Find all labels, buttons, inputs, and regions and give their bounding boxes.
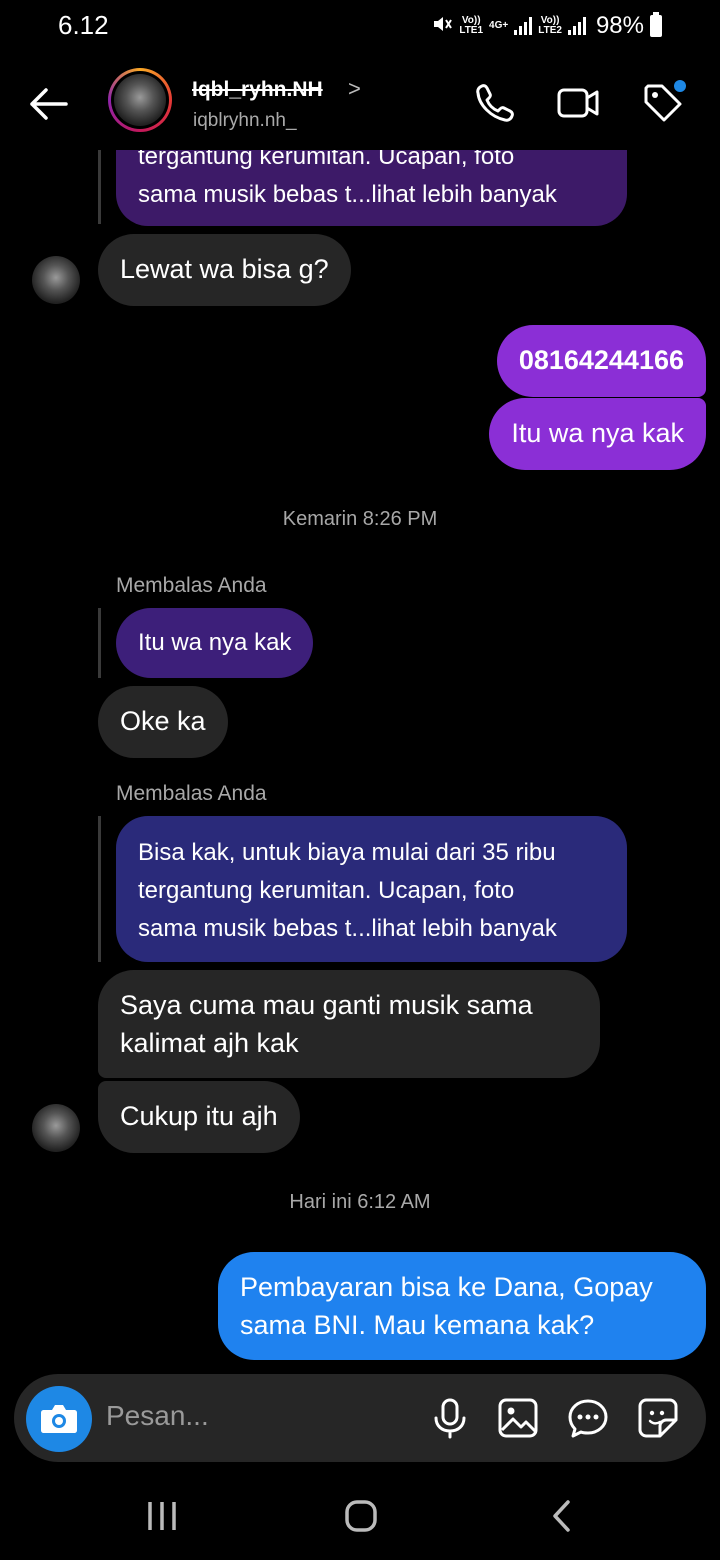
recent-apps-icon[interactable] bbox=[146, 1500, 178, 1537]
reply-label: Membalas Anda bbox=[116, 574, 267, 597]
status-indicators: Vo)) LTE1 4G+ Vo)) LTE2 98% bbox=[431, 12, 662, 40]
notification-dot bbox=[674, 80, 686, 92]
battery-percent: 98% bbox=[595, 12, 644, 39]
message-text-line: kalimat ajh kak bbox=[120, 1028, 299, 1058]
reply-quote-bubble[interactable]: Bisa kak, untuk biaya mulai dari 35 ribu… bbox=[116, 816, 627, 962]
avatar[interactable] bbox=[114, 74, 166, 126]
network-type: 4G+ bbox=[489, 20, 509, 31]
quote-text-line: sama musik bebas t...lihat lebih banyak bbox=[138, 915, 557, 942]
quote-text: Itu wa nya kak bbox=[138, 629, 292, 656]
outgoing-message[interactable]: Pembayaran bisa ke Dana, Gopay sama BNI.… bbox=[218, 1252, 706, 1360]
chat-handle: iqblryhn.nh_ bbox=[193, 110, 297, 131]
gallery-icon[interactable] bbox=[496, 1396, 540, 1440]
home-icon[interactable] bbox=[344, 1498, 378, 1539]
timestamp: Hari ini 6:12 AM bbox=[289, 1191, 431, 1213]
reply-quote-bubble[interactable]: Itu wa nya kak bbox=[116, 608, 314, 678]
signal-1-icon bbox=[514, 17, 533, 35]
status-time: 6.12 bbox=[58, 10, 109, 40]
incoming-message[interactable]: Saya cuma mau ganti musik sama kalimat a… bbox=[98, 970, 600, 1078]
chevron-right-icon[interactable]: > bbox=[348, 76, 361, 102]
phone-icon[interactable] bbox=[472, 80, 516, 124]
message-text: Lewat wa bisa g? bbox=[120, 254, 329, 284]
battery-icon bbox=[650, 12, 662, 37]
camera-icon[interactable] bbox=[26, 1386, 92, 1452]
incoming-message[interactable]: Cukup itu ajh bbox=[98, 1081, 300, 1153]
message-input[interactable]: Pesan... bbox=[106, 1400, 209, 1432]
sim1-indicator: Vo)) LTE1 bbox=[459, 15, 484, 36]
message-text: 08164244166 bbox=[518, 345, 684, 375]
sim2-indicator: Vo)) LTE2 bbox=[538, 15, 562, 36]
message-text-line: sama BNI. Mau kemana kak? bbox=[240, 1310, 595, 1340]
message-text-line: Saya cuma mau ganti musik sama bbox=[120, 990, 533, 1020]
mute-icon bbox=[431, 13, 453, 40]
reply-label: Membalas Anda bbox=[116, 782, 267, 805]
timestamp: Kemarin 8:26 PM bbox=[282, 508, 438, 530]
reply-line bbox=[98, 816, 101, 962]
incoming-message[interactable]: Lewat wa bisa g? bbox=[98, 234, 351, 306]
video-camera-icon[interactable] bbox=[556, 80, 600, 124]
nav-back-icon[interactable] bbox=[550, 1498, 574, 1539]
reply-line bbox=[98, 140, 101, 224]
quote-text-line: Bisa kak, untuk biaya mulai dari 35 ribu bbox=[138, 839, 556, 866]
quote-text-line: tergantung kerumitan. Ucapan, foto bbox=[138, 877, 515, 904]
quote-text-line: sama musik bebas t...lihat lebih banyak bbox=[138, 181, 557, 208]
back-arrow-icon[interactable] bbox=[26, 84, 70, 124]
microphone-icon[interactable] bbox=[428, 1396, 472, 1440]
message-text-line: Pembayaran bisa ke Dana, Gopay bbox=[240, 1272, 653, 1302]
avatar[interactable] bbox=[32, 256, 80, 304]
reply-line bbox=[98, 608, 101, 678]
incoming-message[interactable]: Oke ka bbox=[98, 686, 228, 758]
outgoing-message[interactable]: Itu wa nya kak bbox=[489, 398, 706, 470]
avatar[interactable] bbox=[32, 1104, 80, 1152]
message-text: Itu wa nya kak bbox=[511, 418, 684, 448]
outgoing-message[interactable]: 08164244166 bbox=[496, 325, 706, 397]
message-text: Cukup itu ajh bbox=[120, 1101, 278, 1131]
signal-2-icon bbox=[567, 17, 586, 35]
chat-header: Iqbl_ryhn.NH > iqblryhn.nh_ bbox=[0, 62, 720, 150]
chat-bubble-icon[interactable] bbox=[566, 1396, 610, 1440]
sticker-icon[interactable] bbox=[636, 1396, 680, 1440]
chat-username[interactable]: Iqbl_ryhn.NH bbox=[192, 78, 323, 102]
message-text: Oke ka bbox=[120, 706, 206, 736]
